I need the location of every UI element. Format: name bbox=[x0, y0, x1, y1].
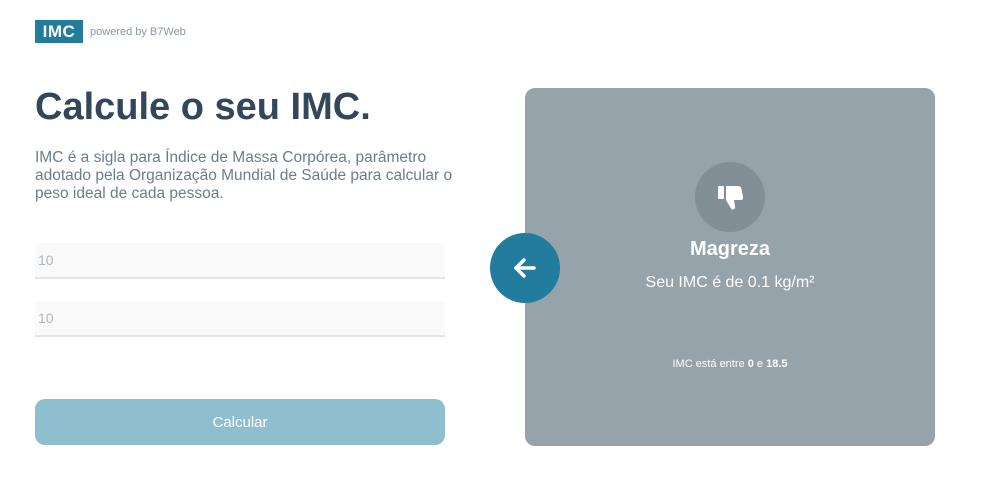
result-imc-value: Seu IMC é de 0.1 kg/m² bbox=[645, 274, 815, 291]
result-card: Magreza Seu IMC é de 0.1 kg/m² IMC está … bbox=[525, 88, 935, 446]
result-title: Magreza bbox=[689, 238, 771, 260]
description: IMC é a sigla para Índice de Massa Corpó… bbox=[35, 149, 453, 202]
result-range: IMC está entre 0 e 18.5 bbox=[525, 358, 935, 370]
range-min: 0 bbox=[747, 358, 754, 370]
page: IMC powered by B7Web Calcule o seu IMC. … bbox=[0, 0, 986, 498]
result-icon-circle bbox=[695, 162, 765, 232]
range-connector: e bbox=[756, 358, 764, 370]
range-max: 18.5 bbox=[766, 358, 788, 370]
range-prefix: IMC está entre bbox=[672, 358, 745, 370]
weight-input[interactable] bbox=[35, 301, 445, 337]
logo: IMC bbox=[35, 20, 83, 43]
page-title: Calcule o seu IMC. bbox=[35, 86, 371, 128]
thumbs-down-icon bbox=[718, 186, 744, 210]
arrow-left-icon bbox=[514, 258, 536, 278]
back-button[interactable] bbox=[490, 233, 560, 303]
powered-by-text: powered by B7Web bbox=[90, 26, 186, 38]
height-input[interactable] bbox=[35, 243, 445, 279]
calculate-button[interactable]: Calcular bbox=[35, 399, 445, 445]
